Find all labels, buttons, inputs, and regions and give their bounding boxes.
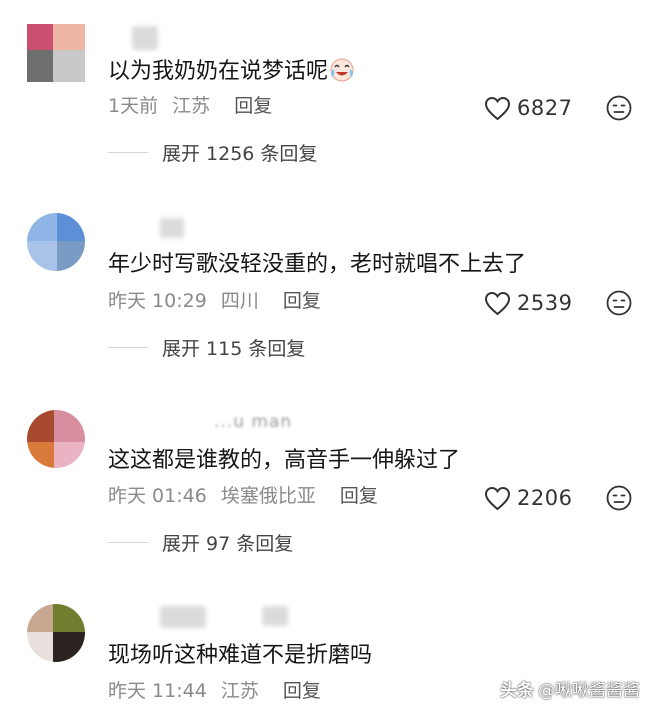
comment-text-content: 年少时写歌没轻没重的，老时就唱不上去了: [108, 252, 527, 277]
heart-outline-icon: [484, 291, 511, 315]
expand-replies-button[interactable]: 展开 1256 条回复: [108, 137, 317, 167]
comment-text-content: 这这都是谁教的，高音手一伸躲过了: [108, 448, 461, 473]
divider: [108, 151, 148, 153]
expand-replies-label: 展开 97 条回复: [162, 532, 294, 555]
expand-replies-label: 展开 1256 条回复: [162, 142, 318, 165]
expand-replies-button[interactable]: 展开 97 条回复: [108, 527, 293, 557]
comment-meta: 昨天 01:46 埃塞俄比亚 回复: [108, 483, 378, 509]
comment-location: 江苏: [172, 95, 211, 117]
comment-text-content: 现场听这种难道不是折磨吗: [108, 643, 373, 668]
meh-face-icon[interactable]: [606, 485, 632, 511]
comment-text: 这这都是谁教的，高音手一伸躲过了: [108, 446, 460, 476]
meh-face-icon[interactable]: [606, 290, 632, 316]
comment-text: 以为我奶奶在说梦话呢: [108, 56, 356, 87]
comment-time: 昨天 11:44: [108, 680, 207, 702]
like-button[interactable]: 2539: [484, 289, 572, 317]
reply-button[interactable]: 回复: [340, 483, 378, 509]
comment-text-content: 以为我奶奶在说梦话呢: [108, 59, 329, 84]
watermark: 头条 @啾啾酱酱酱: [500, 676, 640, 701]
heart-outline-icon: [484, 486, 511, 510]
reply-button[interactable]: 回复: [283, 678, 321, 704]
reply-button[interactable]: 回复: [283, 288, 321, 314]
heart-outline-icon: [484, 96, 511, 120]
avatar[interactable]: [27, 24, 85, 82]
comment-location: 四川: [220, 290, 259, 312]
meh-face-icon[interactable]: [606, 95, 632, 121]
expand-replies-button[interactable]: 展开 115 条回复: [108, 332, 305, 362]
like-count: 2206: [517, 486, 573, 510]
comment-time: 昨天 10:29: [108, 290, 207, 312]
comment-location: 江苏: [220, 680, 259, 702]
username-blurred[interactable]: [262, 606, 288, 626]
comment-meta: 昨天 10:29 四川 回复: [108, 288, 321, 314]
avatar[interactable]: [27, 604, 85, 662]
expand-replies-label: 展开 115 条回复: [162, 337, 306, 360]
crying-laughing-emoji-icon: [330, 58, 354, 82]
comment-time: 1天前: [108, 95, 159, 117]
comment-time: 昨天 01:46: [108, 485, 207, 507]
username-blurred[interactable]: [160, 218, 184, 238]
comment-meta: 1天前 江苏 回复: [108, 93, 272, 119]
username-blurred[interactable]: [132, 26, 158, 50]
like-button[interactable]: 6827: [484, 94, 572, 122]
username-blurred[interactable]: [160, 606, 206, 628]
comment-text: 现场听这种难道不是折磨吗: [108, 641, 372, 671]
avatar[interactable]: [27, 410, 85, 468]
comment-list: 以为我奶奶在说梦话呢 1天前 江苏 回复 6827 展开 1256 条回复 年少…: [0, 0, 660, 715]
avatar[interactable]: [27, 213, 85, 271]
like-button[interactable]: 2206: [484, 484, 572, 512]
watermark-handle: @啾啾酱酱酱: [538, 681, 640, 701]
watermark-logo: 头条: [500, 681, 534, 701]
reply-button[interactable]: 回复: [234, 93, 272, 119]
comment-meta: 昨天 11:44 江苏 回复: [108, 678, 321, 704]
username[interactable]: ...u man: [214, 412, 292, 432]
comment-text: 年少时写歌没轻没重的，老时就唱不上去了: [108, 250, 526, 280]
like-count: 6827: [517, 96, 573, 120]
like-count: 2539: [517, 291, 573, 315]
divider: [108, 541, 148, 543]
comment-location: 埃塞俄比亚: [220, 485, 316, 507]
divider: [108, 346, 148, 348]
